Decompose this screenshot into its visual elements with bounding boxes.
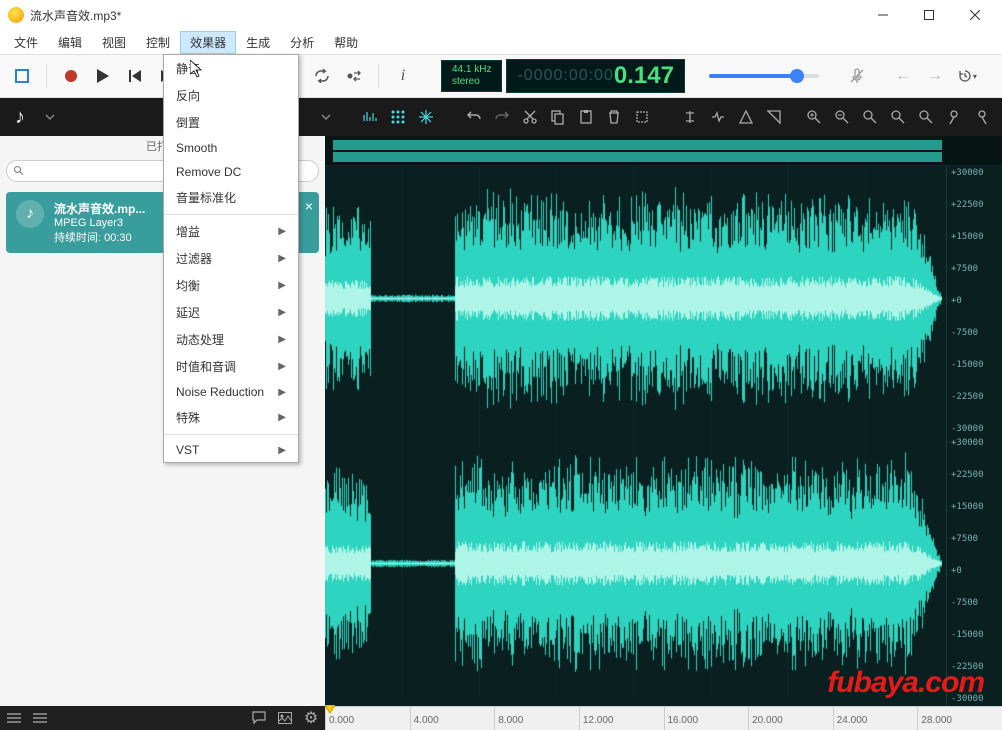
chevron-down-icon-2[interactable]: [314, 105, 338, 129]
spectrum-icon[interactable]: [358, 105, 382, 129]
menu-view[interactable]: 视图: [92, 31, 136, 54]
dd-item[interactable]: 动态处理▶: [164, 326, 298, 353]
delete-button[interactable]: [602, 105, 626, 129]
menu-analyze[interactable]: 分析: [280, 31, 324, 54]
zoom-in-icon[interactable]: [802, 105, 826, 129]
minimize-button[interactable]: [860, 0, 906, 30]
file-duration: 持续时间: 00:30: [54, 229, 145, 245]
dd-item[interactable]: 特殊▶: [164, 404, 298, 431]
loop-button[interactable]: [308, 62, 336, 90]
file-close-icon[interactable]: ×: [305, 198, 313, 214]
history-button[interactable]: ▾: [953, 62, 981, 90]
timecode-display: -0000:00:00 0.147: [506, 59, 684, 93]
tool-b-icon[interactable]: [970, 105, 994, 129]
close-button[interactable]: [952, 0, 998, 30]
zoom-fit-icon[interactable]: [858, 105, 882, 129]
waveform-region[interactable]: +30000+22500+15000+7500+0-7500-15000-225…: [325, 136, 1002, 706]
titlebar: 流水声音效.mp3*: [0, 0, 1002, 30]
list-icon[interactable]: [6, 710, 22, 726]
dd-item[interactable]: 均衡▶: [164, 272, 298, 299]
menu-edit[interactable]: 编辑: [48, 31, 92, 54]
menubar: 文件 编辑 视图 控制 效果器 生成 分析 帮助: [0, 30, 1002, 54]
prev-button[interactable]: [121, 62, 149, 90]
dd-item[interactable]: 音量标准化: [164, 184, 298, 211]
volume-thumb[interactable]: [790, 69, 804, 83]
select-tool-icon[interactable]: [706, 105, 730, 129]
dd-item[interactable]: 反向: [164, 82, 298, 109]
grid-icon[interactable]: [386, 105, 410, 129]
zoom-out-icon[interactable]: [830, 105, 854, 129]
zoom-100-icon[interactable]: [914, 105, 938, 129]
dd-item[interactable]: 时值和音调▶: [164, 353, 298, 380]
crop-button[interactable]: [630, 105, 654, 129]
music-note-icon: ♪: [16, 200, 44, 228]
envelope-tool-icon[interactable]: [734, 105, 758, 129]
dd-item[interactable]: Smooth: [164, 136, 298, 160]
zoom-sel-icon[interactable]: [886, 105, 910, 129]
play-button[interactable]: [89, 62, 117, 90]
dd-item[interactable]: 过滤器▶: [164, 245, 298, 272]
cut-button[interactable]: [518, 105, 542, 129]
statusbar: ⚙: [0, 706, 325, 730]
dd-item[interactable]: Remove DC: [164, 160, 298, 184]
settings-icon[interactable]: ⚙: [303, 710, 319, 726]
amplitude-axis: +30000+22500+15000+7500+0-7500-15000-225…: [946, 166, 1002, 706]
menu-icon[interactable]: [32, 710, 48, 726]
chat-icon[interactable]: [251, 710, 267, 726]
stop-button[interactable]: [8, 62, 36, 90]
menu-help[interactable]: 帮助: [324, 31, 368, 54]
tool-a-icon[interactable]: [942, 105, 966, 129]
volume-slider[interactable]: [709, 74, 819, 78]
menu-generate[interactable]: 生成: [236, 31, 280, 54]
main-toolbar: i 44.1 kHz stereo -0000:00:00 0.147 ← → …: [0, 54, 1002, 98]
note-icon: ♪: [8, 105, 32, 129]
dd-item[interactable]: 静音: [164, 55, 298, 82]
dd-item[interactable]: 延迟▶: [164, 299, 298, 326]
watermark: fubaya.com: [827, 666, 984, 700]
chevron-down-icon[interactable]: [38, 105, 62, 129]
menu-file[interactable]: 文件: [4, 31, 48, 54]
image-icon[interactable]: [277, 710, 293, 726]
edit-toolbar: ♪: [0, 98, 1002, 136]
dd-item[interactable]: 倒置: [164, 109, 298, 136]
mic-mute-icon[interactable]: [843, 62, 871, 90]
undo-button[interactable]: [462, 105, 486, 129]
menu-effects[interactable]: 效果器: [180, 31, 236, 54]
work-area: 已打开 ♪ 流水声音效.mp... MPEG Layer3 持续时间: 00:3…: [0, 136, 1002, 706]
cursor-tool-icon[interactable]: [678, 105, 702, 129]
sample-rate-display: 44.1 kHz stereo: [441, 60, 502, 92]
maximize-button[interactable]: [906, 0, 952, 30]
window-title: 流水声音效.mp3*: [30, 7, 860, 24]
nav-fwd-button[interactable]: →: [921, 62, 949, 90]
dd-item[interactable]: 增益▶: [164, 218, 298, 245]
playhead-icon[interactable]: [325, 705, 335, 715]
time-ruler[interactable]: 0.0004.0008.00012.00016.00020.00024.0002…: [325, 706, 1002, 730]
paste-button[interactable]: [574, 105, 598, 129]
record-button[interactable]: [57, 62, 85, 90]
app-icon: [8, 7, 24, 23]
dd-item[interactable]: Noise Reduction▶: [164, 380, 298, 404]
menu-control[interactable]: 控制: [136, 31, 180, 54]
effects-dropdown: 静音反向倒置SmoothRemove DC音量标准化增益▶过滤器▶均衡▶延迟▶动…: [163, 54, 299, 463]
overview-track[interactable]: [325, 136, 1002, 166]
file-name: 流水声音效.mp...: [54, 200, 145, 217]
redo-button[interactable]: [490, 105, 514, 129]
crosshair-icon[interactable]: [414, 105, 438, 129]
swap-button[interactable]: [340, 62, 368, 90]
info-button[interactable]: i: [389, 62, 417, 90]
file-codec: MPEG Layer3: [54, 217, 145, 229]
copy-button[interactable]: [546, 105, 570, 129]
nav-back-button[interactable]: ←: [889, 62, 917, 90]
dd-item[interactable]: VST▶: [164, 438, 298, 462]
hand-tool-icon[interactable]: [762, 105, 786, 129]
mouse-cursor: [190, 60, 204, 78]
